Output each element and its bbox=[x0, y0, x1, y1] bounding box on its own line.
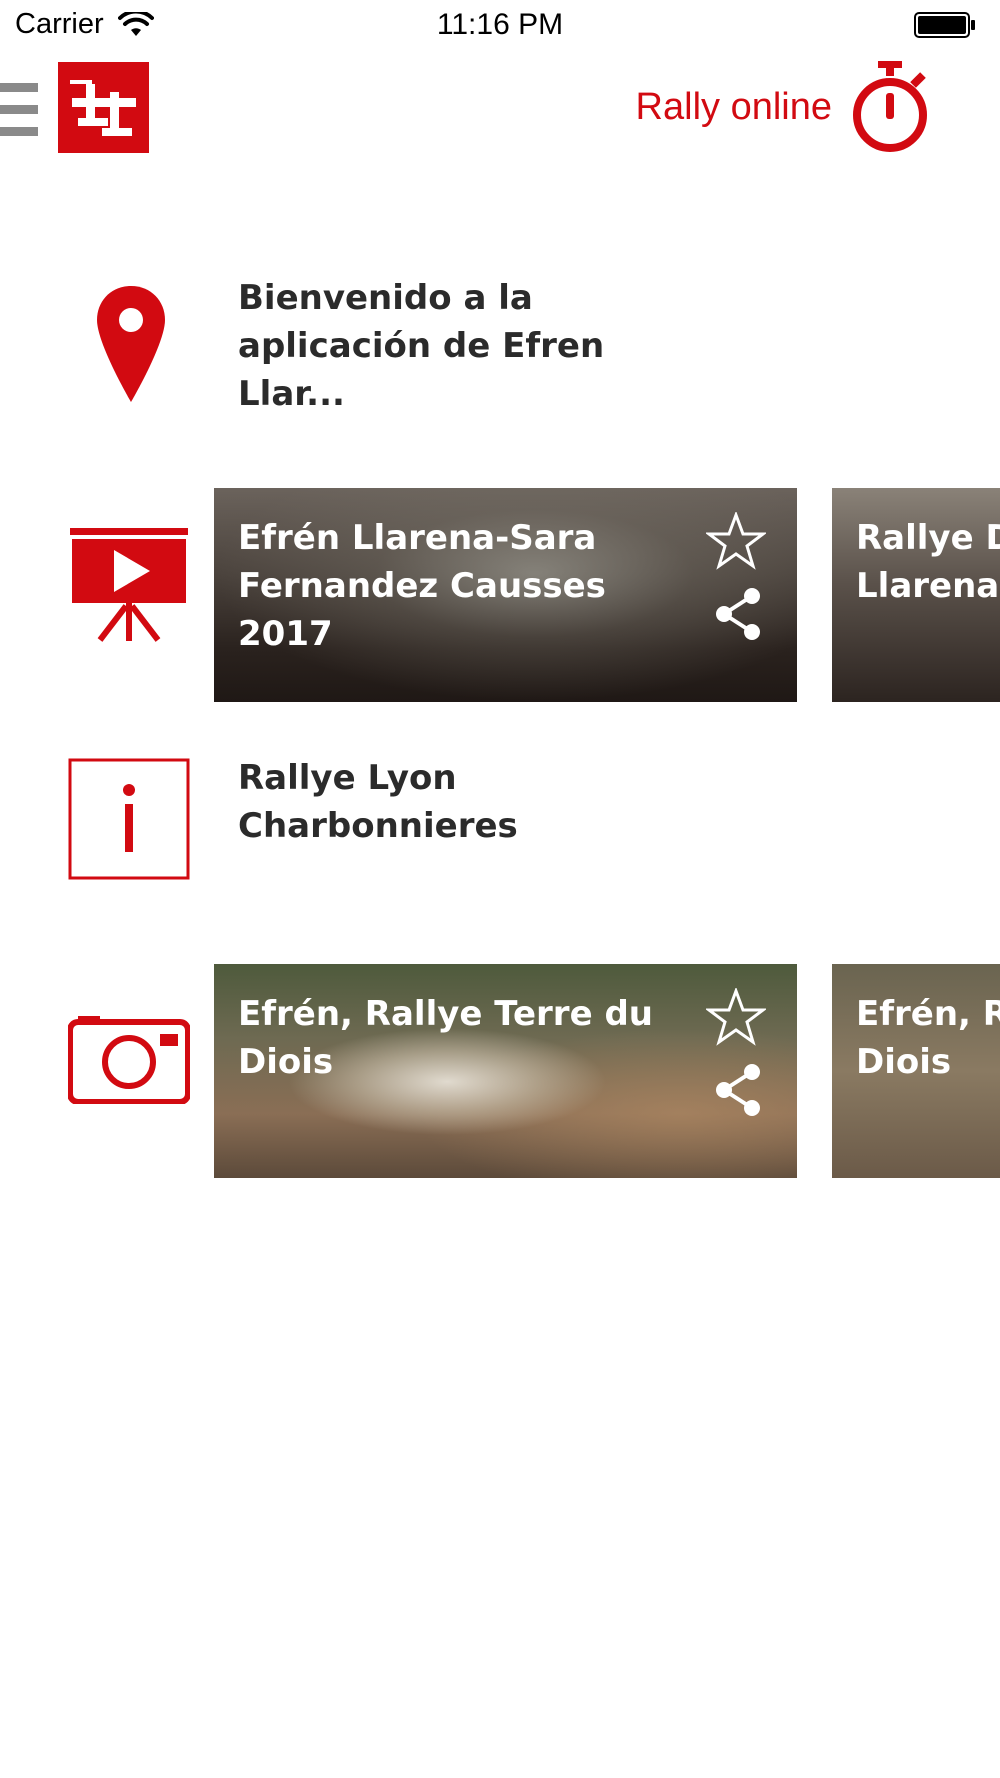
feed-item-photos: Efrén, Rallye Terre du Diois Efrén, R Di… bbox=[0, 964, 1000, 1178]
favorite-star-icon[interactable] bbox=[706, 512, 766, 570]
photo-card[interactable]: Efrén, Rallye Terre du Diois bbox=[214, 964, 797, 1178]
feed-item-videos: Efrén Llarena-Sara Fernandez Causses 201… bbox=[0, 488, 1000, 702]
info-icon bbox=[68, 758, 190, 880]
app-logo[interactable] bbox=[58, 62, 149, 153]
rally-online-label: Rally online bbox=[635, 85, 832, 128]
feed-item-info[interactable]: Rallye Lyon Charbonnieres bbox=[0, 756, 1000, 886]
video-card-title: Efrén Llarena-Sara Fernandez Causses 201… bbox=[238, 518, 606, 654]
app-header: Rally online bbox=[0, 55, 1000, 165]
video-presentation-icon bbox=[70, 528, 188, 642]
battery-icon bbox=[914, 12, 975, 38]
video-card[interactable]: Efrén Llarena-Sara Fernandez Causses 201… bbox=[214, 488, 797, 702]
status-bar: Carrier 11:16 PM bbox=[0, 0, 1000, 50]
video-card-partial[interactable]: Rallye D Llarena bbox=[832, 488, 1000, 702]
camera-icon bbox=[68, 1016, 190, 1104]
photo-card-title-partial: Efrén, R Diois bbox=[856, 994, 1000, 1082]
hamburger-icon[interactable] bbox=[0, 81, 40, 139]
feed-item-welcome[interactable]: Bienvenido a la aplicación de Efren Llar… bbox=[0, 270, 1000, 420]
share-icon[interactable] bbox=[712, 586, 764, 642]
favorite-star-icon[interactable] bbox=[706, 988, 766, 1046]
status-time: 11:16 PM bbox=[436, 8, 564, 41]
logo-icon bbox=[70, 80, 136, 136]
welcome-title: Bienvenido a la aplicación de Efren Llar… bbox=[238, 278, 605, 414]
photo-card-title: Efrén, Rallye Terre du Diois bbox=[238, 994, 654, 1082]
stopwatch-icon bbox=[853, 61, 927, 152]
share-icon[interactable] bbox=[712, 1062, 764, 1118]
info-title: Rallye Lyon Charbonnieres bbox=[238, 758, 518, 846]
rally-online-button[interactable]: Rally online bbox=[636, 61, 930, 153]
video-card-title-partial: Rallye D Llarena bbox=[856, 518, 1000, 606]
photo-card-partial[interactable]: Efrén, R Diois bbox=[832, 964, 1000, 1178]
location-pin-icon bbox=[97, 286, 165, 402]
